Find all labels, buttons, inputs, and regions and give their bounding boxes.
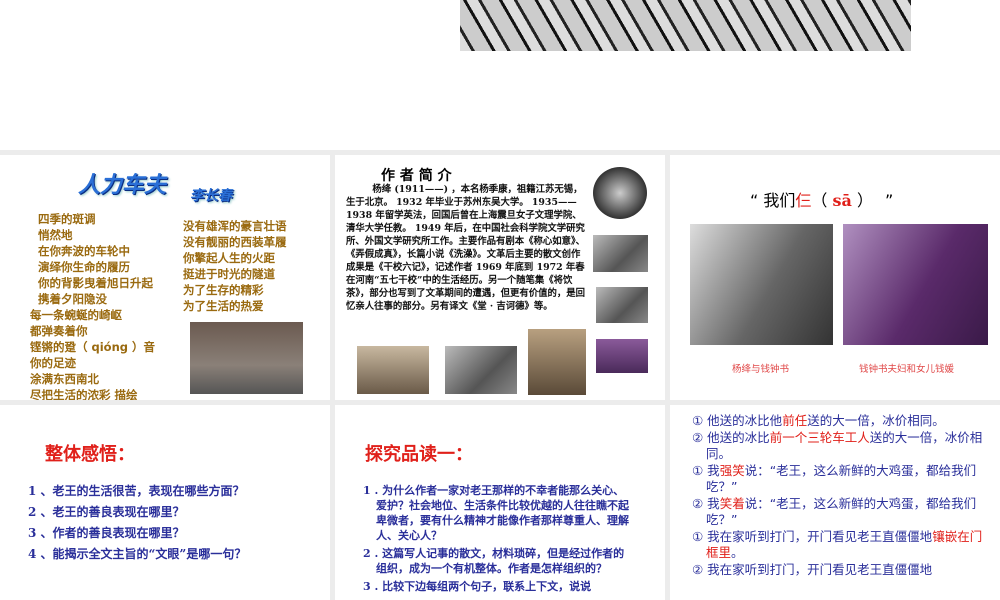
poem-line: 携着夕阳隐没 (38, 292, 107, 306)
poem-line: 你的背影曳着旭日升起 (38, 276, 153, 290)
poem-line: 铿锵的跫（ qióng ）音 (30, 340, 155, 354)
sentence-item: ② 我笑着说：“老王，这么新鲜的大鸡蛋，都给我们吃？” (692, 496, 994, 529)
author-photo (445, 346, 517, 394)
slide-thumbnail-author-intro[interactable]: 作 者 简 介 杨绛 (1911——) ，本名杨季康，祖籍江苏无锡，生于北京。 … (335, 155, 665, 400)
sentence-item: ① 我强笑说：“老王，这么新鲜的大鸡蛋，都给我们吃？” (692, 463, 994, 496)
question-item: 4 、能揭示全文主旨的“文眼”是哪一句？ (28, 547, 247, 561)
heading-char: 仨 (795, 191, 812, 210)
sentence-text: ① 他送的冰比他 (692, 413, 783, 428)
highlight: 前任 (782, 413, 808, 428)
slide-thumbnail-overall-understanding[interactable]: 整体感悟： 1 、老王的生活很苦，表现在哪些方面？ 2 、老王的善良表现在哪里？ 3… (0, 405, 330, 600)
poem-line: 四季的斑调 (38, 212, 96, 226)
sentence-item: ① 我在家听到打门，开门看见老王直僵僵地镶嵌在门框里。 (692, 529, 994, 562)
highlight: 强笑 (719, 462, 745, 478)
question-item: 3 、作者的善良表现在哪里？ (28, 526, 185, 540)
sentence-text: ② 我 (692, 495, 720, 511)
author-portrait (593, 167, 647, 219)
family-photo (596, 339, 648, 373)
sentence-text: 。 (731, 545, 744, 560)
slide-thumbnail-women-three[interactable]: “ 我们仨（ sā ） ” 杨绛与钱钟书 钱钟书夫妇和女儿钱媛 (670, 155, 1000, 400)
poem-stanza-3: 没有雄浑的豪言壮语 没有靓丽的西装革履 你擎起人生的火距 挺进于时光的隧道 为了生存的精… (183, 218, 287, 314)
sentence-item: ① 他送的冰比他前任送的大一倍，冰价相同。 (692, 413, 994, 430)
sentence-item: ② 我在家听到打门，开门看见老王直僵僵地 (692, 562, 994, 579)
highlight: 前一个三轮车工人 (769, 429, 870, 445)
sentence-list: ① 他送的冰比他前任送的大一倍，冰价相同。 ② 他送的冰比前一个三轮车工人送的大… (692, 413, 994, 578)
author-bio: 杨绛 (1911——) ，本名杨季康，祖籍江苏无锡，生于北京。 1932 年毕业… (346, 184, 586, 312)
author-photo (357, 346, 429, 394)
poem-line: 挺进于时光的隧道 (183, 267, 275, 281)
slide-title: 整体感悟： (45, 444, 135, 465)
question-list: 1 、老王的生活很苦，表现在哪些方面？ 2 、老王的善良表现在哪里？ 3 、作者的善… (28, 481, 246, 565)
heading-text: “ 我们 (750, 191, 796, 210)
caption-couple: 杨绛与钱钟书 (732, 364, 790, 375)
previous-slide-thumbnail[interactable] (0, 0, 1000, 150)
pinyin: sā (832, 191, 852, 210)
poem-line: 没有雄浑的豪言壮语 (183, 219, 287, 233)
poem-line: 尽把生活的浓彩 描绘 (30, 388, 138, 400)
poem-line: 涂满东西南北 (30, 372, 99, 386)
poem-line: 悄然地 (38, 228, 73, 242)
slide-heading: “ 我们仨（ sā ） ” (750, 187, 893, 211)
heading-text: ” (884, 191, 894, 210)
family-photo (843, 224, 988, 345)
poem-line: 你擎起人生的火距 (183, 251, 275, 265)
author-photo (596, 287, 648, 323)
sentence-text: ② 我在家听到打门，开门看见老王直僵僵地 (692, 561, 933, 577)
author-photo (528, 329, 586, 395)
sentence-text: ① 我 (692, 462, 720, 478)
sentence-text: 说：“老王，这么新鲜的大鸡蛋，都给我们吃？” (706, 495, 977, 528)
poem-line: 为了生存的精彩 (183, 283, 264, 297)
poem-line: 演绎你生命的履历 (38, 260, 130, 274)
question-item: 1 . 为什么作者一家对老王那样的不幸者能那么关心、爱护？社会地位、生活条件比较… (363, 484, 629, 542)
caption-family: 钱钟书夫妇和女儿钱媛 (859, 364, 955, 375)
sentence-text: 说：“老王，这么新鲜的大鸡蛋，都给我们吃？” (706, 462, 977, 495)
poem-line: 都弹奏着你 (30, 324, 88, 338)
highlight: 笑着 (719, 495, 745, 511)
heading-paren: （ (811, 191, 833, 210)
poem-title: 人力车夫 (78, 173, 167, 198)
slide-thumbnail-rickshaw-poem[interactable]: 人力车夫 李长春 四季的斑调悄然地在你奔波的车轮中 演绎你生命的履历你的背影曳着旭… (0, 155, 330, 400)
poem-stanza-1: 四季的斑调悄然地在你奔波的车轮中 演绎你生命的履历你的背影曳着旭日升起 携着夕阳隐没 (38, 211, 153, 307)
poem-line: 你的足迹 (30, 356, 76, 370)
heading-paren: ） (851, 191, 865, 210)
question-list: 1 . 为什么作者一家对老王那样的不幸者能那么关心、爱护？社会地位、生活条件比较… (363, 483, 633, 594)
poem-line: 没有靓丽的西装革履 (183, 235, 287, 249)
poem-line: 每一条蜿蜒的崎岖 (30, 308, 122, 322)
question-item: 1 、老王的生活很苦，表现在哪些方面？ (28, 484, 245, 498)
sentence-text: ② 他送的冰比 (692, 429, 770, 445)
sentence-item: ② 他送的冰比前一个三轮车工人送的大一倍，冰价相同。 (692, 430, 994, 463)
sentence-text: ① 我在家听到打门，开门看见老王直僵僵地 (692, 528, 933, 544)
author-photo (593, 235, 648, 272)
slide-thumbnail-inquiry-one[interactable]: 探究品读一： 1 . 为什么作者一家对老王那样的不幸者能那么关心、爱护？社会地位… (335, 405, 665, 600)
slide-title: 探究品读一： (365, 444, 473, 465)
slide-image (460, 0, 911, 51)
couple-photo (690, 224, 833, 345)
question-item: 2 、老王的善良表现在哪里？ (28, 505, 185, 519)
question-item: 3 . 比较下边每组两个句子，联系上下文，说说 (363, 580, 592, 593)
poem-line: 为了生活的热爱 (183, 299, 264, 313)
intro-title: 作 者 简 介 (381, 168, 452, 184)
poem-line: 在你奔波的车轮中 (38, 244, 130, 258)
sentence-text: 送的大一倍，冰价相同。 (807, 413, 945, 428)
question-item: 2 . 这篇写人记事的散文，材料琐碎，但是经过作者的组织，成为一个有机整体。作者… (363, 547, 625, 575)
slide-thumbnail-sentence-compare[interactable]: ① 他送的冰比他前任送的大一倍，冰价相同。 ② 他送的冰比前一个三轮车工人送的大… (670, 405, 1000, 600)
rickshaw-photo (190, 322, 303, 394)
poem-stanza-2: 每一条蜿蜒的崎岖 都弹奏着你铿锵的跫（ qióng ）音 你的足迹涂满东西南北尽把生… (30, 307, 155, 400)
poem-author: 李长春 (190, 188, 232, 204)
